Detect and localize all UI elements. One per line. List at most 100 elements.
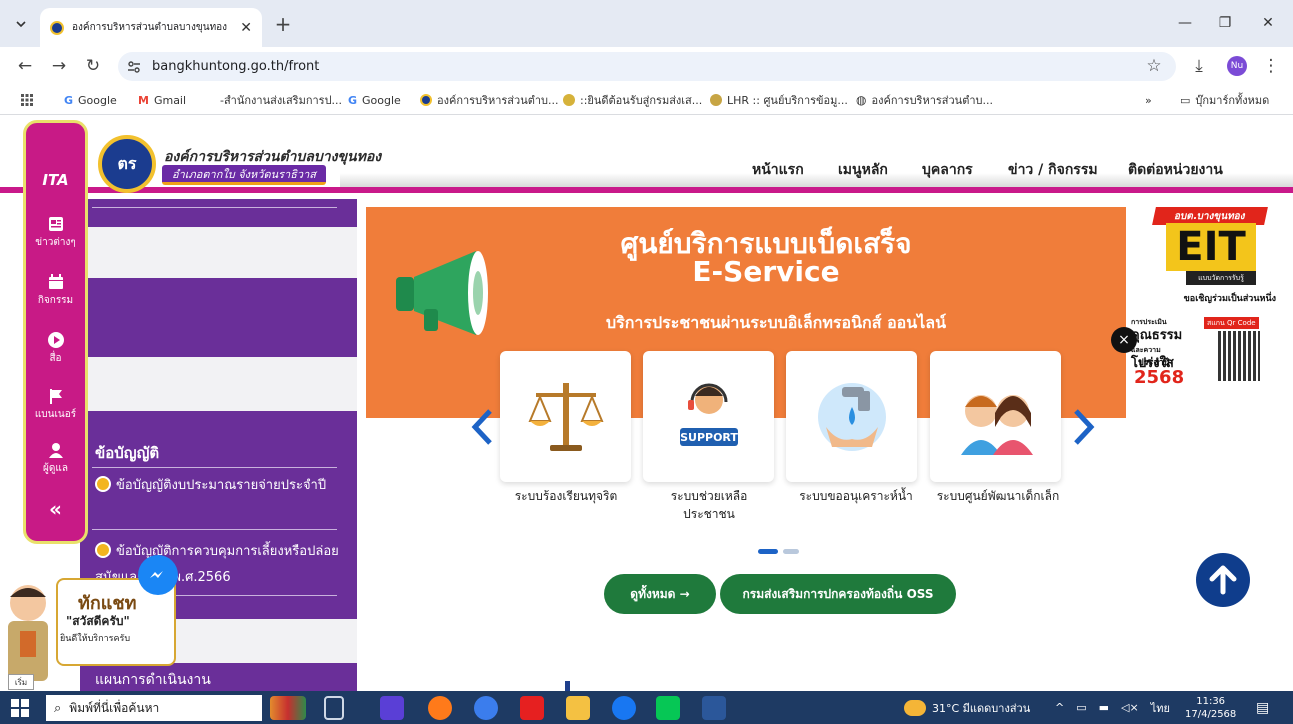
sidebar-gap [80,357,357,411]
carousel-dot-active[interactable] [758,549,778,554]
carousel-dot[interactable] [783,549,799,554]
app-icon[interactable] [380,696,404,720]
overflow-label: » [1145,93,1152,107]
ita-item-admin[interactable]: ผู้ดูแล [26,441,85,476]
qr-code[interactable] [1218,331,1260,381]
word-icon[interactable] [702,696,726,720]
nav-home[interactable]: หน้าแรก [752,159,804,181]
chat-widget[interactable]: ทักแชท "สวัสดีครับ" ยินดีให้บริการครับ [0,555,178,691]
back-button[interactable]: ← [14,55,36,77]
service-card-label: ระบบร้องเรียนทุจริต [514,489,618,503]
service-card-label: ระบบขออนุเคราะห์น้ำ [799,489,913,503]
notification-icon[interactable]: ▤ [1256,691,1269,724]
minimize-button[interactable]: — [1170,10,1200,36]
volume-icon[interactable]: ◁× [1121,701,1139,714]
scroll-to-top-button[interactable] [1196,553,1250,607]
eit-popup[interactable]: อบต.บางขุนทอง EIT แบบวัดการรับรู้ ขอเชิญ… [1126,207,1280,418]
line-icon[interactable] [656,696,680,720]
nav-personnel[interactable]: บุคลากร [922,159,973,181]
chrome-icon[interactable] [474,696,498,720]
ordinance-label: ข้อบัญญัติงบประมาณรายจ่ายประจำปี [116,478,327,493]
chevron-up-icon[interactable]: ^ [1055,701,1064,714]
reload-button[interactable]: ↻ [82,55,104,77]
org-logo[interactable]: ตร [98,135,156,193]
clock[interactable]: 11:36 17/4/2568 [1185,691,1236,724]
ita-collapse-button[interactable]: « [26,497,85,521]
carousel-prev-button[interactable] [470,407,494,447]
bookmark-item[interactable]: LHR :: ศูนย์บริการข้อมู... [710,91,848,109]
active-tab[interactable]: องค์การบริหารส่วนตำบลบางขุนทอง ✕ [40,8,262,47]
tab-title: องค์การบริหารส่วนตำบลบางขุนทอง [72,22,228,33]
carousel-next-button[interactable] [1072,407,1096,447]
chat-greeting: "สวัสดีครับ" [66,614,130,628]
service-card-water[interactable] [786,351,917,482]
qr-label: สแกน Qr Code [1204,317,1259,329]
close-tab-icon[interactable]: ✕ [240,20,252,36]
profile-avatar[interactable]: Nu [1226,55,1248,77]
ita-item-media[interactable]: สื่อ [26,331,85,366]
close-popup-button[interactable]: × [1111,327,1137,353]
view-all-button[interactable]: ดูทั้งหมด → [604,574,716,614]
ita-item-news[interactable]: ข่าวต่างๆ [26,215,85,250]
apps-grid-icon[interactable] [20,91,34,109]
close-window-button[interactable]: ✕ [1253,10,1283,36]
chevron-left-icon [471,409,492,445]
ita-logo[interactable]: ITA [26,171,85,189]
service-card-corruption[interactable] [500,351,631,482]
nav-contact[interactable]: ติดต่อหน่วยงาน [1128,159,1223,181]
arrow-up-icon [1209,565,1237,595]
bookmark-item[interactable]: G Google [64,91,117,109]
site-info-icon[interactable] [126,59,142,75]
oss-button[interactable]: กรมส่งเสริมการปกครองท้องถิ่น OSS [720,574,956,614]
youtube-icon[interactable] [520,696,544,720]
tab-search-button[interactable] [10,13,32,35]
ita-item-label: ข่าวต่างๆ [35,237,76,248]
calendar-icon [48,274,63,289]
facebook-icon[interactable] [612,696,636,720]
firefox-icon[interactable] [428,696,452,720]
bookmark-label: Google [362,93,401,107]
address-bar[interactable]: bangkhuntong.go.th/front [118,52,1176,81]
weather-widget[interactable]: 31°C มีแดดบางส่วน [904,691,1030,724]
forward-button[interactable]: → [48,55,70,77]
children-icon [960,394,1033,455]
messenger-button[interactable] [138,555,178,595]
bookmark-item[interactable]: -สำนักงานส่งเสริมการป... [220,91,342,109]
messenger-icon [150,571,163,578]
bookmark-item[interactable]: ::ยินดีต้อนรับสู่กรมส่งเส... [563,91,702,109]
restore-button[interactable]: ❐ [1210,10,1240,36]
download-icon[interactable]: ⤓ [1188,55,1210,77]
battery-icon[interactable]: ▬ [1099,701,1109,714]
search-highlight-icon[interactable] [270,696,306,720]
bookmark-item[interactable]: องค์การบริหารส่วนตำบ... [420,91,559,109]
chevron-down-icon [16,21,26,28]
windows-start-icon[interactable] [10,698,30,718]
all-bookmarks-label: บุ๊กมาร์กทั้งหมด [1195,94,1270,107]
service-card-support[interactable]: SUPPORT [643,351,774,482]
language-indicator[interactable]: ไทย [1151,699,1170,717]
service-card-childcare[interactable] [930,351,1061,482]
ordinance-item[interactable]: ข้อบัญญัติงบประมาณรายจ่ายประจำปี [95,473,345,499]
nav-main-menu[interactable]: เมนูหลัก [838,159,888,181]
file-explorer-icon[interactable] [566,696,590,720]
service-card-label: ระบบศูนย์พัฒนาเด็กเล็ก [936,489,1060,503]
all-bookmarks-button[interactable]: ▭ บุ๊กมาร์กทั้งหมด [1180,91,1269,109]
bookmarks-overflow-button[interactable]: » [1145,91,1152,109]
bookmark-item[interactable]: ◍ องค์การบริหารส่วนตำบ... [856,91,993,109]
divider [92,529,337,530]
eit-kun-text: คุณธรรม [1131,328,1183,343]
ita-item-banner[interactable]: แบนเนอร์ [26,387,85,422]
bookmark-star-icon[interactable]: ☆ [1143,55,1165,77]
taskbar-search[interactable]: ⌕ พิมพ์ที่นี่เพื่อค้นหา [46,695,262,721]
chat-welcome: ยินดีให้บริการครับ [60,634,131,644]
new-tab-button[interactable]: + [272,12,294,36]
url-text: bangkhuntong.go.th/front [152,59,320,74]
nav-news-activities[interactable]: ข่าว / กิจกรรม [1008,159,1098,181]
task-view-icon[interactable] [324,696,344,720]
ita-item-activities[interactable]: กิจกรรม [26,273,85,308]
network-icon[interactable]: ▭ [1076,701,1086,714]
bookmark-item[interactable]: M Gmail [138,91,186,109]
close-icon: × [1118,332,1130,348]
menu-kebab-icon[interactable]: ⋮ [1260,55,1282,77]
bookmark-item[interactable]: G Google [348,91,401,109]
